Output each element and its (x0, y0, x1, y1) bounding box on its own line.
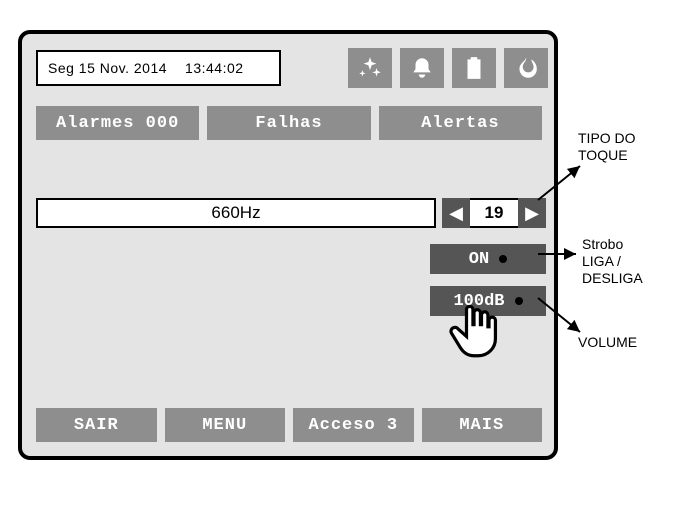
annotation-tone-type: TIPO DO TOQUE (578, 130, 636, 164)
more-button[interactable]: MAIS (422, 408, 543, 442)
tone-frequency-field: 660Hz (36, 198, 436, 228)
time-text: 13:44:02 (185, 60, 244, 76)
datetime-field: Seg 15 Nov. 2014 13:44:02 (36, 50, 281, 86)
sparkle-icon[interactable] (348, 48, 392, 88)
alerts-tab[interactable]: Alertas (379, 106, 542, 140)
date-text: Seg 15 Nov. 2014 (48, 60, 167, 76)
annotation-arrow-tone (530, 160, 590, 210)
status-tab-row: Alarmes 000 Falhas Alertas (36, 106, 542, 140)
tone-frequency-value: 660Hz (211, 203, 260, 223)
annotation-strobe: Strobo LIGA / DESLIGA (582, 236, 643, 286)
exit-button[interactable]: SAIR (36, 408, 157, 442)
tone-index-value: 19 (470, 198, 518, 228)
tone-prev-button[interactable]: ◀ (442, 198, 470, 228)
bottom-button-row: SAIR MENU Acceso 3 MAIS (36, 408, 542, 442)
annotation-arrow-strobe (532, 248, 582, 260)
access-button[interactable]: Acceso 3 (293, 408, 414, 442)
volume-button[interactable]: 100dB (430, 286, 546, 316)
strobe-indicator-dot (499, 255, 507, 263)
battery-icon[interactable] (452, 48, 496, 88)
faults-tab[interactable]: Falhas (207, 106, 370, 140)
volume-indicator-dot (515, 297, 523, 305)
bell-icon[interactable] (400, 48, 444, 88)
device-screen: Seg 15 Nov. 2014 13:44:02 Alarmes 000 Fa… (18, 30, 558, 460)
icon-bar (348, 48, 548, 88)
menu-button[interactable]: MENU (165, 408, 286, 442)
flame-icon[interactable] (504, 48, 548, 88)
strobe-toggle-button[interactable]: ON (430, 244, 546, 274)
annotation-volume: VOLUME (578, 334, 637, 351)
alarms-tab[interactable]: Alarmes 000 (36, 106, 199, 140)
